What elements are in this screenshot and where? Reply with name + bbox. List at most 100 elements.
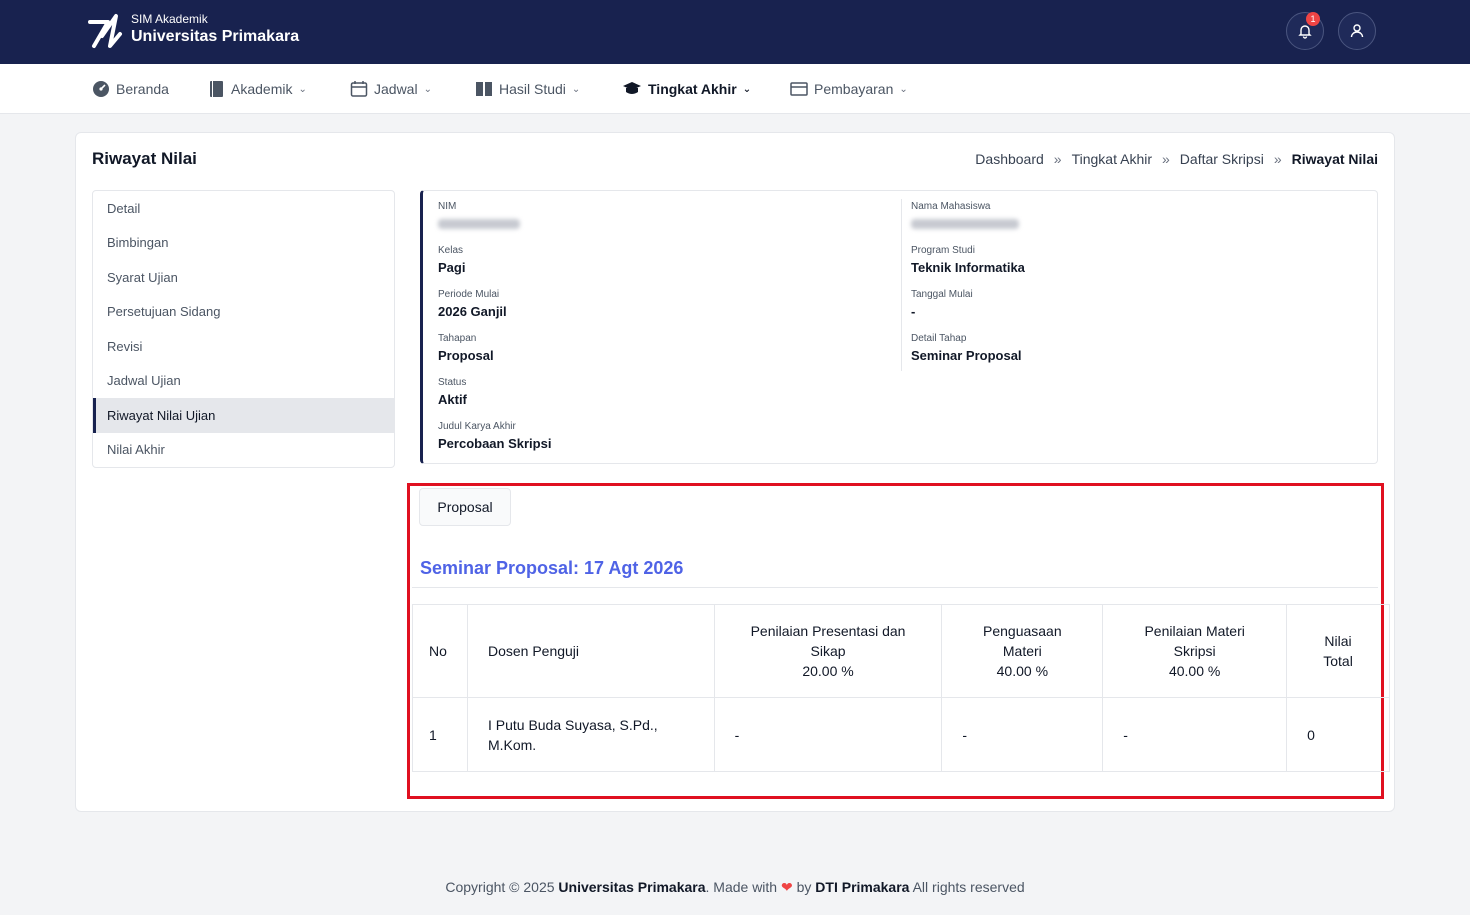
- field-detail-tahap: Detail Tahap Seminar Proposal: [911, 333, 1022, 363]
- side-item-nilai-akhir[interactable]: Nilai Akhir: [93, 433, 394, 468]
- nav-tingkat-akhir[interactable]: Tingkat Akhir ⌄: [622, 64, 751, 114]
- footer-copyright: Copyright © 2025: [445, 879, 555, 895]
- field-value: Aktif: [438, 392, 467, 407]
- field-label: Tanggal Mulai: [911, 289, 973, 300]
- redacted-nim: [438, 219, 520, 229]
- side-menu: Detail Bimbingan Syarat Ujian Persetujua…: [92, 190, 395, 468]
- field-value: Proposal: [438, 348, 494, 363]
- field-label: Kelas: [438, 245, 464, 256]
- cell-dosen: I Putu Buda Suyasa, S.Pd., M.Kom.: [466, 697, 715, 772]
- wallet-icon: [790, 82, 808, 96]
- side-item-riwayat-nilai-ujian[interactable]: Riwayat Nilai Ujian: [93, 398, 394, 433]
- chevron-down-icon: ⌄: [571, 83, 581, 95]
- field-label: Judul Karya Akhir: [438, 421, 516, 432]
- nav-jadwal[interactable]: Jadwal ⌄: [350, 64, 432, 114]
- field-value: 2026 Ganjil: [438, 304, 507, 319]
- footer-by: by: [796, 879, 812, 895]
- field-periode: Periode Mulai 2026 Ganjil: [438, 289, 507, 319]
- field-judul: Judul Karya Akhir Percobaan Skripsi: [438, 421, 551, 451]
- graduation-cap-icon: [623, 82, 641, 94]
- student-info-panel: NIM Nama Mahasiswa Kelas Pagi Program St…: [420, 190, 1378, 464]
- nav-label: Pembayaran: [814, 81, 894, 97]
- field-value: Percobaan Skripsi: [438, 436, 552, 451]
- field-nim: NIM: [438, 201, 520, 234]
- nav-label: Beranda: [116, 81, 169, 97]
- grades-table: No Dosen Penguji Penilaian Presentasi da…: [412, 604, 1390, 772]
- calendar-icon: [350, 81, 368, 97]
- table-row: 1 I Putu Buda Suyasa, S.Pd., M.Kom. - - -…: [412, 697, 1390, 772]
- cell-penguasaan: -: [941, 697, 1104, 772]
- breadcrumb-separator-icon: »: [1162, 151, 1170, 167]
- info-divider: [901, 199, 902, 371]
- redacted-nama: [911, 219, 1019, 229]
- side-item-jadwal-ujian[interactable]: Jadwal Ujian: [93, 364, 394, 399]
- book-open-icon: [476, 82, 492, 96]
- nav-label: Hasil Studi: [499, 81, 566, 97]
- chevron-down-icon: ⌄: [742, 83, 752, 95]
- field-label: Status: [438, 377, 467, 388]
- book-icon: [210, 81, 223, 97]
- user-icon: [1350, 24, 1364, 38]
- field-tanggal: Tanggal Mulai -: [911, 289, 973, 319]
- table-header-row: No Dosen Penguji Penilaian Presentasi da…: [412, 604, 1390, 698]
- col-dosen: Dosen Penguji: [466, 604, 715, 698]
- cell-materi: -: [1102, 697, 1288, 772]
- nav-akademik[interactable]: Akademik ⌄: [209, 64, 307, 114]
- nav-label: Jadwal: [374, 81, 418, 97]
- field-value: Seminar Proposal: [911, 348, 1022, 363]
- heart-icon: ❤: [780, 879, 793, 895]
- nav-hasil-studi[interactable]: Hasil Studi ⌄: [475, 64, 580, 114]
- col-penguasaan: Penguasaan Materi 40.00 %: [941, 604, 1104, 698]
- field-status: Status Aktif: [438, 377, 467, 407]
- section-divider: [412, 587, 1378, 588]
- user-menu-button[interactable]: [1338, 12, 1376, 50]
- field-label: Program Studi: [911, 245, 975, 256]
- field-label: NIM: [438, 201, 457, 212]
- page-title: Riwayat Nilai: [92, 149, 197, 168]
- university-logo-icon[interactable]: [86, 12, 124, 50]
- col-no: No: [412, 604, 468, 698]
- breadcrumb-dashboard[interactable]: Dashboard: [975, 151, 1044, 167]
- field-prodi: Program Studi Teknik Informatika: [911, 245, 1025, 275]
- cell-total: 0: [1286, 697, 1390, 772]
- chevron-down-icon: ⌄: [423, 83, 432, 95]
- breadcrumb-separator-icon: »: [1273, 151, 1282, 167]
- field-label: Detail Tahap: [911, 333, 967, 344]
- nav-beranda[interactable]: Beranda: [92, 64, 169, 114]
- footer: Copyright © 2025 Universitas Primakara. …: [0, 879, 1470, 896]
- top-bar: SIM Akademik Universitas Primakara 1: [0, 0, 1470, 64]
- field-nama: Nama Mahasiswa: [911, 201, 1019, 234]
- field-label: Nama Mahasiswa: [911, 201, 991, 212]
- side-item-syarat-ujian[interactable]: Syarat Ujian: [93, 260, 394, 295]
- breadcrumb-daftar-skripsi[interactable]: Daftar Skripsi: [1180, 151, 1264, 167]
- breadcrumb-tingkat-akhir[interactable]: Tingkat Akhir: [1072, 151, 1152, 167]
- nav-pembayaran[interactable]: Pembayaran ⌄: [790, 64, 908, 114]
- footer-org-link[interactable]: Universitas Primakara: [558, 879, 705, 895]
- cell-no: 1: [412, 697, 468, 772]
- col-presentasi: Penilaian Presentasi dan Sikap 20.00 %: [713, 604, 943, 698]
- chevron-down-icon: ⌄: [899, 83, 908, 95]
- breadcrumb-separator-icon: »: [1053, 151, 1062, 167]
- breadcrumb: Dashboard » Tingkat Akhir » Daftar Skrip…: [975, 151, 1378, 167]
- seminar-title: Seminar Proposal: 17 Agt 2026: [420, 558, 684, 578]
- side-item-detail[interactable]: Detail: [93, 191, 394, 226]
- field-kelas: Kelas Pagi: [438, 245, 465, 275]
- col-materi: Penilaian Materi Skripsi 40.00 %: [1102, 604, 1288, 698]
- side-item-bimbingan[interactable]: Bimbingan: [93, 226, 394, 261]
- chevron-down-icon: ⌄: [298, 83, 307, 95]
- cell-presentasi: -: [713, 697, 943, 772]
- side-item-persetujuan-sidang[interactable]: Persetujuan Sidang: [93, 295, 394, 330]
- dashboard-icon: [93, 81, 109, 97]
- field-label: Tahapan: [438, 333, 477, 344]
- footer-team-link[interactable]: DTI Primakara: [815, 879, 909, 895]
- brand-title: Universitas Primakara: [131, 28, 300, 45]
- nav-label: Akademik: [231, 81, 293, 97]
- field-label: Periode Mulai: [438, 289, 500, 300]
- breadcrumb-current: Riwayat Nilai: [1291, 151, 1378, 167]
- field-value: Teknik Informatika: [911, 260, 1025, 275]
- tab-proposal[interactable]: Proposal: [419, 488, 511, 526]
- main-nav: Beranda Akademik ⌄ Jadwal ⌄ Hasil Studi …: [0, 64, 1470, 114]
- col-total: Nilai Total: [1286, 604, 1390, 698]
- side-item-revisi[interactable]: Revisi: [93, 329, 394, 364]
- field-value: -: [911, 304, 916, 319]
